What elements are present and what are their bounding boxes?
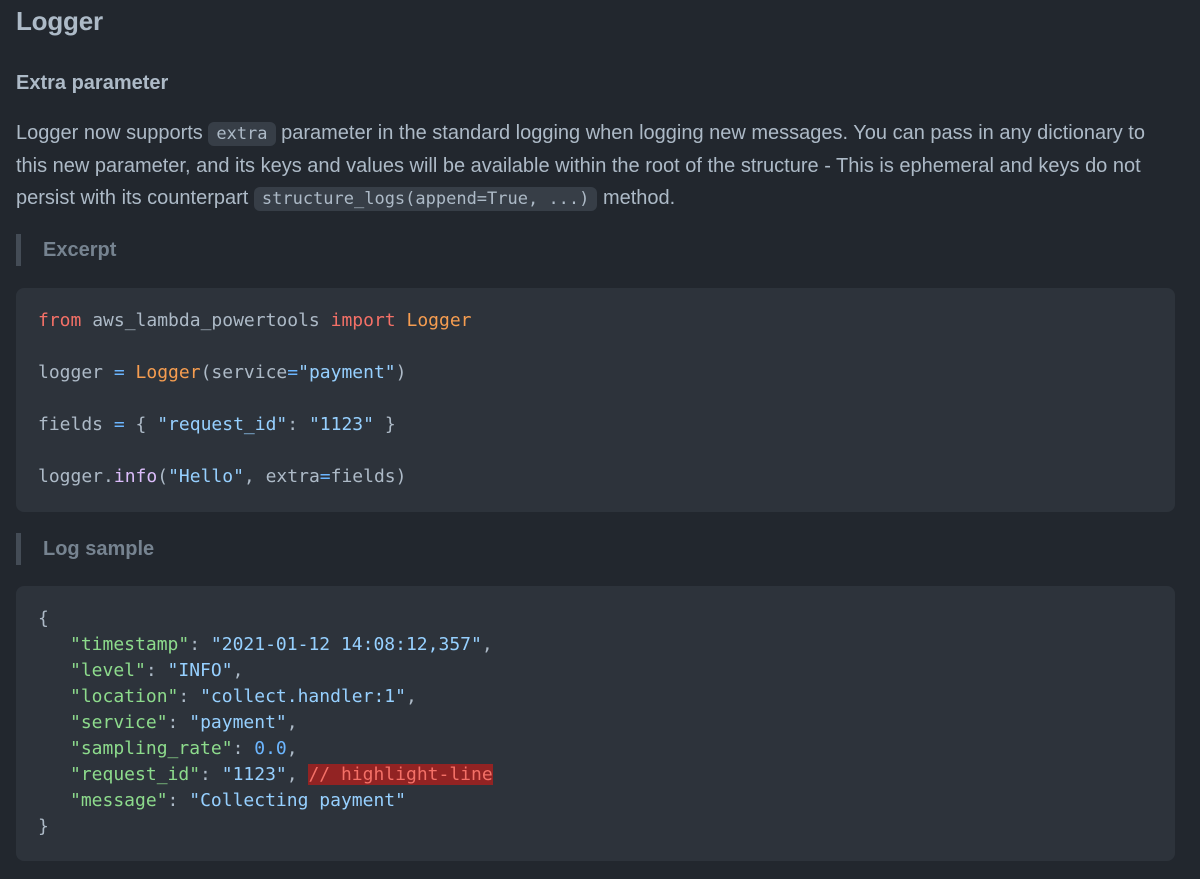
var-logger: logger: [38, 362, 114, 383]
paren-open: (: [157, 466, 169, 487]
json-key: "level": [70, 660, 146, 681]
json-comma: ,: [286, 712, 298, 733]
json-sep: :: [178, 686, 201, 707]
string-request-id: "request_id": [157, 414, 288, 435]
class-logger: Logger: [395, 310, 472, 331]
json-value: "payment": [189, 712, 287, 733]
json-value: "2021-01-12 14:08:12,357": [210, 634, 482, 655]
code-line-info: logger.info("Hello", extra=fields): [38, 464, 1175, 516]
page-title: Logger: [16, 6, 103, 36]
json-open-brace: {: [38, 608, 49, 629]
arg-extra: , extra: [243, 466, 320, 487]
json-value: "1123": [221, 764, 287, 785]
json-sep: :: [167, 712, 190, 733]
description-text-3: method.: [597, 187, 676, 209]
json-key: "timestamp": [70, 634, 190, 655]
arg-service: (service: [200, 362, 288, 383]
json-key: "request_id": [70, 764, 201, 785]
keyword-from: from: [38, 310, 82, 331]
brace-open: {: [124, 414, 158, 435]
json-value: "Collecting payment": [189, 790, 406, 811]
code-line-logger: logger = Logger(service="payment"): [38, 360, 1175, 412]
json-number: 0.0: [254, 738, 287, 759]
operator-kwarg: =: [319, 466, 331, 487]
inline-code-extra: extra: [208, 122, 276, 146]
json-key: "service": [70, 712, 168, 733]
string-1123: "1123": [308, 414, 374, 435]
json-value: "INFO": [167, 660, 233, 681]
json-row-timestamp: "timestamp": "2021-01-12 14:08:12,357",: [38, 632, 1175, 658]
class-logger-call: Logger: [124, 362, 201, 383]
code-line-import: from aws_lambda_powertools import Logger: [38, 308, 1175, 360]
description-text-1: Logger now supports: [16, 122, 209, 144]
json-key: "sampling_rate": [70, 738, 233, 759]
operator-assign: =: [113, 414, 125, 435]
json-close-brace: }: [38, 816, 49, 837]
module-name: aws_lambda_powertools: [81, 310, 331, 331]
colon: :: [287, 414, 309, 435]
json-sep: :: [189, 634, 211, 655]
excerpt-code-block[interactable]: from aws_lambda_powertools import Logger…: [16, 288, 1175, 512]
json-row-service: "service": "payment",: [38, 710, 1175, 736]
json-key: "message": [70, 790, 168, 811]
arg-fields: fields): [330, 466, 407, 487]
json-value: "collect.handler:1": [200, 686, 406, 707]
highlight-comment: // highlight-line: [308, 764, 493, 785]
json-comma: ,: [405, 686, 417, 707]
json-row-request-id: "request_id": "1123", // highlight-line: [38, 762, 1175, 788]
json-row-level: "level": "INFO",: [38, 658, 1175, 684]
json-row-sampling-rate: "sampling_rate": 0.0,: [38, 736, 1175, 762]
log-sample-code-block[interactable]: { "timestamp": "2021-01-12 14:08:12,357"…: [16, 586, 1175, 861]
brace-close: }: [373, 414, 396, 435]
keyword-import: import: [330, 310, 396, 331]
operator-assign: =: [113, 362, 125, 383]
docs-page: Logger Extra parameter Logger now suppor…: [0, 0, 1200, 879]
log-sample-label: Log sample: [16, 533, 154, 565]
section-description: Logger now supports extra parameter in t…: [16, 117, 1176, 215]
var-fields: fields: [38, 414, 114, 435]
code-line-fields: fields = { "request_id": "1123" }: [38, 412, 1175, 464]
json-comma: ,: [286, 738, 298, 759]
inline-code-structure-logs: structure_logs(append=True, ...): [253, 187, 598, 211]
string-hello: "Hello": [168, 466, 244, 487]
excerpt-label: Excerpt: [16, 234, 116, 266]
json-row-message: "message": "Collecting payment": [38, 788, 1175, 814]
json-sep: :: [200, 764, 222, 785]
string-payment: "payment": [298, 362, 396, 383]
json-sep: :: [232, 738, 255, 759]
json-comma: ,: [286, 764, 309, 785]
obj-logger: logger.: [38, 466, 114, 487]
json-comma: ,: [232, 660, 244, 681]
json-comma: ,: [481, 634, 493, 655]
json-sep: :: [145, 660, 168, 681]
function-info: info: [113, 466, 158, 487]
json-key: "location": [70, 686, 179, 707]
json-row-location: "location": "collect.handler:1",: [38, 684, 1175, 710]
section-heading: Extra parameter: [16, 72, 169, 94]
operator-kwarg: =: [287, 362, 299, 383]
json-sep: :: [167, 790, 190, 811]
paren-close: ): [395, 362, 407, 383]
